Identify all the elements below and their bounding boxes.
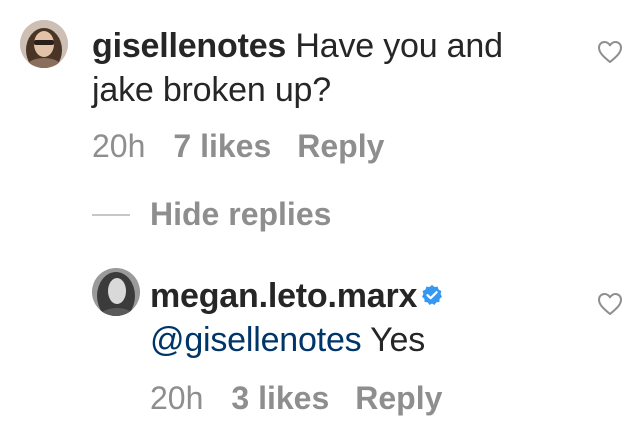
like-button[interactable] [597, 292, 623, 316]
avatar-photo-icon [92, 268, 140, 316]
reply-text: megan.leto.marx @gisellenotes Yes [150, 274, 570, 362]
comment-text: gisellenotes Have you and jake broken up… [92, 24, 562, 112]
heart-outline-icon [598, 41, 622, 63]
hide-replies-button[interactable]: Hide replies [92, 196, 331, 233]
comment-username[interactable]: gisellenotes [92, 27, 286, 65]
avatar[interactable] [20, 20, 68, 68]
reply-button[interactable]: Reply [297, 128, 384, 164]
comment-meta: 20h 7 likes Reply [92, 128, 410, 165]
reply-body: Yes [370, 321, 425, 359]
comment-likes[interactable]: 7 likes [173, 128, 271, 164]
reply-mention-link[interactable]: @gisellenotes [150, 321, 362, 359]
reply-username[interactable]: megan.leto.marx [150, 277, 417, 315]
comment-timestamp[interactable]: 20h [92, 128, 145, 164]
avatar-photo-icon [20, 20, 68, 68]
reply-button[interactable]: Reply [355, 380, 442, 416]
reply-timestamp[interactable]: 20h [150, 380, 203, 416]
verified-badge-icon [421, 273, 443, 317]
reply-meta: 20h 3 likes Reply [150, 380, 468, 417]
reply-likes[interactable]: 3 likes [231, 380, 329, 416]
thread-divider-line [92, 213, 130, 216]
hide-replies-label: Hide replies [150, 196, 332, 232]
avatar[interactable] [92, 268, 140, 316]
heart-outline-icon [598, 293, 622, 315]
like-button[interactable] [597, 40, 623, 64]
